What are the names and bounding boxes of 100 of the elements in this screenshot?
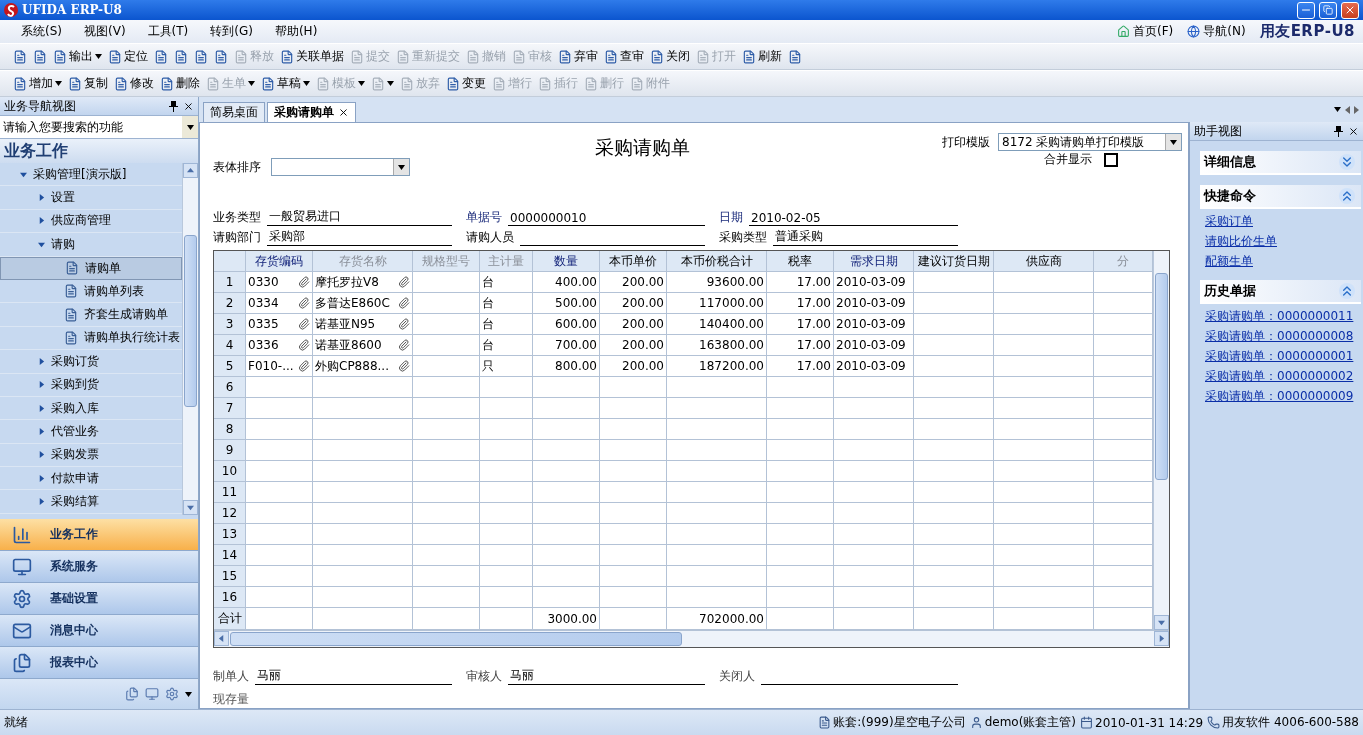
paperclip-icon[interactable]: [298, 360, 310, 372]
field-value[interactable]: 0000000010: [508, 207, 705, 226]
caret-down-icon[interactable]: [398, 164, 405, 170]
toolbar-button[interactable]: 修改: [111, 73, 157, 94]
menu-item[interactable]: 系统(S): [10, 23, 73, 40]
link[interactable]: 采购请购单：0000000002: [1205, 368, 1363, 385]
collapse-icon[interactable]: [1339, 283, 1355, 299]
paperclip-icon[interactable]: [398, 297, 410, 309]
caret-right-icon[interactable]: [1158, 635, 1165, 642]
document-icon[interactable]: [446, 76, 460, 91]
document-icon[interactable]: [558, 49, 572, 64]
document-icon[interactable]: [68, 76, 82, 91]
link[interactable]: 请购比价生单: [1205, 233, 1363, 250]
toolbar-button[interactable]: 增加: [10, 73, 65, 94]
paperclip-icon[interactable]: [298, 297, 310, 309]
column-header[interactable]: 本币单价: [600, 251, 667, 272]
caret-right-icon[interactable]: [38, 428, 45, 435]
field-value[interactable]: 马丽: [508, 666, 705, 685]
pin-icon[interactable]: [169, 100, 178, 112]
document-icon[interactable]: [604, 49, 618, 64]
caret-up-icon[interactable]: [187, 167, 194, 174]
field-value[interactable]: 普通采购: [773, 227, 958, 246]
link[interactable]: 采购请购单：0000000001: [1205, 348, 1363, 365]
link[interactable]: 配额生单: [1205, 253, 1363, 270]
caret-right-icon[interactable]: [38, 474, 45, 482]
section-header[interactable]: 详细信息: [1200, 151, 1361, 175]
tree-item[interactable]: 齐套生成请购单: [0, 303, 182, 327]
field-value[interactable]: 采购部: [267, 227, 452, 246]
tree-item[interactable]: 请购单: [0, 256, 182, 280]
chart-icon[interactable]: [12, 524, 32, 545]
caret-left-icon[interactable]: [218, 635, 225, 642]
column-header[interactable]: 税率: [767, 251, 834, 272]
document-icon[interactable]: [53, 49, 67, 64]
toolbar-button[interactable]: 变更: [443, 73, 489, 94]
document-icon[interactable]: [261, 76, 275, 91]
caret-right-icon[interactable]: [38, 194, 45, 202]
monitor-icon[interactable]: [12, 556, 32, 577]
caret-down-icon[interactable]: [95, 54, 102, 59]
section-header[interactable]: 快捷命令: [1200, 185, 1361, 209]
collapse-icon[interactable]: [1339, 188, 1355, 204]
merge-display-checkbox[interactable]: 合并显示: [1044, 151, 1118, 169]
document-icon[interactable]: [114, 76, 128, 91]
caret-down-icon[interactable]: [1170, 139, 1177, 145]
files-icon[interactable]: [12, 652, 32, 673]
field-value[interactable]: 一般贸易进口: [267, 207, 452, 226]
toolbar-button[interactable]: 定位: [105, 46, 151, 67]
document-icon[interactable]: [108, 49, 122, 64]
module-button[interactable]: 系统服务: [0, 551, 198, 583]
link[interactable]: 采购订单: [1205, 213, 1363, 230]
close-icon[interactable]: [183, 100, 194, 112]
files-icon[interactable]: [125, 687, 139, 701]
caret-right-icon[interactable]: [1354, 105, 1359, 114]
horizontal-scrollbar[interactable]: [214, 630, 1169, 647]
caret-down-icon[interactable]: [55, 81, 62, 86]
column-header[interactable]: 存货编码: [246, 251, 313, 272]
toolbar-button[interactable]: 弃审: [555, 46, 601, 67]
column-header[interactable]: 数量: [533, 251, 600, 272]
settings-icon[interactable]: [165, 687, 179, 701]
caret-down-icon[interactable]: [185, 691, 192, 697]
close-icon[interactable]: [338, 107, 349, 118]
module-button[interactable]: 业务工作: [0, 519, 198, 551]
toolbar-button[interactable]: 输出: [50, 46, 105, 67]
toolbar-button[interactable]: 查审: [601, 46, 647, 67]
column-header[interactable]: 需求日期: [834, 251, 914, 272]
column-header[interactable]: 供应商: [994, 251, 1094, 272]
document-icon[interactable]: [160, 76, 174, 91]
restore-icon[interactable]: [1323, 5, 1333, 15]
field-value[interactable]: 2010-02-05: [749, 207, 958, 226]
paperclip-icon[interactable]: [398, 276, 410, 288]
link[interactable]: 采购请购单：0000000009: [1205, 388, 1363, 405]
paperclip-icon[interactable]: [298, 339, 310, 351]
document-icon[interactable]: [650, 49, 664, 64]
caret-down-icon[interactable]: [186, 124, 194, 130]
toolbar-button[interactable]: 复制: [65, 73, 111, 94]
toolbar-button[interactable]: 刷新: [739, 46, 785, 67]
paperclip-icon[interactable]: [398, 360, 410, 372]
window-icon[interactable]: [145, 687, 159, 701]
globe-icon[interactable]: [1187, 25, 1201, 38]
menu-item[interactable]: 帮助(H): [263, 23, 329, 40]
caret-right-icon[interactable]: [38, 451, 45, 459]
quick-link[interactable]: 导航(N): [1187, 23, 1246, 40]
paperclip-icon[interactable]: [398, 339, 410, 351]
menu-item[interactable]: 转到(G): [199, 23, 264, 40]
caret-left-icon[interactable]: [1345, 105, 1350, 114]
document-icon[interactable]: [280, 49, 294, 64]
vertical-scrollbar[interactable]: [1153, 251, 1169, 630]
link[interactable]: 采购请购单：0000000008: [1205, 328, 1363, 345]
module-button[interactable]: 消息中心: [0, 615, 198, 647]
quick-link[interactable]: 首页(F): [1117, 23, 1174, 40]
column-header[interactable]: 本币价税合计: [667, 251, 767, 272]
caret-right-icon[interactable]: [38, 217, 45, 225]
field-value[interactable]: 马丽: [255, 666, 452, 685]
print-template-select[interactable]: 8172 采购请购单打印模版: [998, 133, 1182, 151]
paperclip-icon[interactable]: [398, 318, 410, 330]
caret-right-icon[interactable]: [38, 498, 45, 506]
tree-item[interactable]: 请购单列表: [0, 279, 182, 304]
toolbar-button[interactable]: 草稿: [258, 73, 313, 94]
menu-item[interactable]: 视图(V): [73, 23, 137, 40]
link[interactable]: 采购请购单：0000000011: [1205, 308, 1363, 325]
module-button[interactable]: 基础设置: [0, 583, 198, 615]
